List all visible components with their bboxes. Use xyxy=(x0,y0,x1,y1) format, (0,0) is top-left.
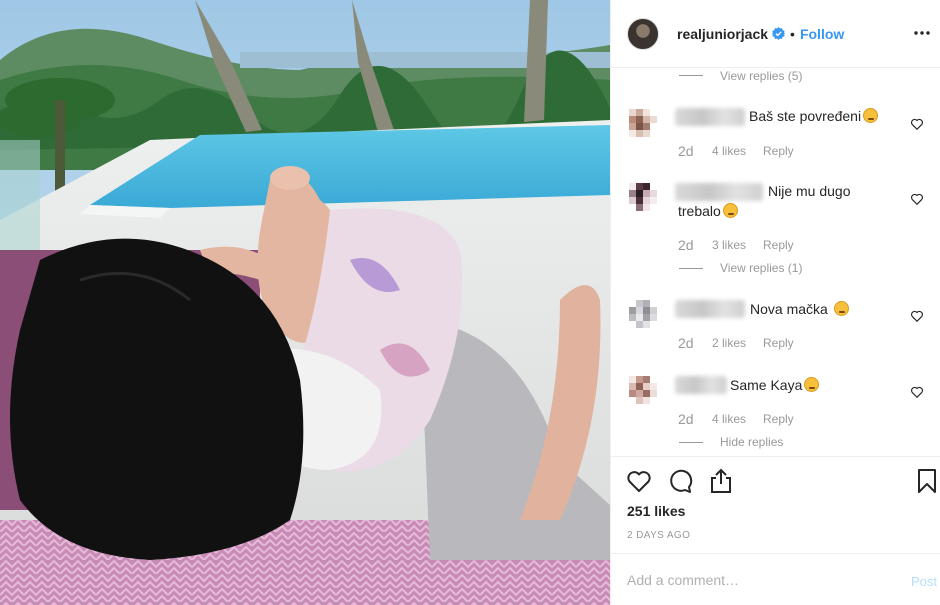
post-actions-bar xyxy=(611,456,940,508)
add-comment-input[interactable] xyxy=(627,572,887,588)
comment-likes[interactable]: 3 likes xyxy=(712,238,763,252)
comment-likes[interactable]: 4 likes xyxy=(712,144,763,158)
comment-meta: 2d 2 likes Reply xyxy=(678,335,794,351)
comment-time[interactable]: 2d xyxy=(678,237,712,253)
view-replies-link[interactable]: View replies (1) xyxy=(720,261,802,275)
post-side-panel: realjuniorjack • Follow View replies (5) xyxy=(610,0,940,605)
comment-meta: 2d 4 likes Reply xyxy=(678,411,794,427)
post-comment-button[interactable]: Post xyxy=(911,574,937,589)
reply-button[interactable]: Reply xyxy=(763,336,794,350)
commenter-name-blurred[interactable] xyxy=(675,108,745,126)
comment-time[interactable]: 2d xyxy=(678,411,712,427)
verified-badge-icon xyxy=(772,27,786,40)
more-options-icon[interactable] xyxy=(909,23,935,43)
likes-count[interactable]: 251 likes xyxy=(627,503,685,519)
comment-text: Same Kaya xyxy=(730,376,820,395)
like-heart-icon[interactable] xyxy=(625,467,653,495)
reply-button[interactable]: Reply xyxy=(763,412,794,426)
commenter-avatar[interactable] xyxy=(627,181,659,213)
replies-line xyxy=(679,75,703,76)
comment-time[interactable]: 2d xyxy=(678,143,712,159)
commenter-name-blurred[interactable] xyxy=(675,183,763,201)
comment-bubble-icon[interactable] xyxy=(666,467,694,495)
post-header: realjuniorjack • Follow xyxy=(611,0,940,68)
reply-button[interactable]: Reply xyxy=(763,144,794,158)
commenter-name-blurred[interactable] xyxy=(675,300,745,318)
comment-time[interactable]: 2d xyxy=(678,335,712,351)
photo-image xyxy=(0,0,610,605)
author-username[interactable]: realjuniorjack xyxy=(677,26,768,42)
worried-face-emoji xyxy=(863,108,879,123)
comment-text: Baš ste povređeni xyxy=(749,107,879,126)
comment-text: Nova mačka xyxy=(750,300,849,319)
view-replies-link[interactable]: View replies (5) xyxy=(720,69,802,83)
comment-text-line1: Nije mu dugo xyxy=(768,183,851,199)
hide-replies-link[interactable]: Hide replies xyxy=(720,435,783,449)
like-comment-heart-icon[interactable] xyxy=(910,385,924,399)
share-icon[interactable] xyxy=(707,467,735,495)
rolling-laughing-emoji xyxy=(804,377,820,392)
commenter-avatar[interactable] xyxy=(627,107,659,139)
add-comment-row: Post xyxy=(611,553,940,605)
comment-meta: 2d 3 likes Reply xyxy=(678,237,794,253)
replies-line xyxy=(679,268,703,269)
commenter-avatar[interactable] xyxy=(627,298,659,330)
follow-button[interactable]: Follow xyxy=(800,26,844,42)
commenter-avatar[interactable] xyxy=(627,374,659,406)
commenter-name-blurred[interactable] xyxy=(675,376,727,394)
comment-meta: 2d 4 likes Reply xyxy=(678,143,794,159)
author-avatar[interactable] xyxy=(627,17,659,50)
reply-button[interactable]: Reply xyxy=(763,238,794,252)
post-photo xyxy=(0,0,610,605)
comment-likes[interactable]: 4 likes xyxy=(712,412,763,426)
like-comment-heart-icon[interactable] xyxy=(910,192,924,206)
disappointed-face-emoji xyxy=(722,203,738,218)
header-separator: • xyxy=(790,25,795,42)
comments-list: View replies (5) Baš ste povređeni 2d 4 … xyxy=(611,69,940,456)
tongue-out-emoji xyxy=(833,301,849,316)
like-comment-heart-icon[interactable] xyxy=(910,309,924,323)
post-timestamp[interactable]: 2 DAYS AGO xyxy=(627,530,690,541)
like-comment-heart-icon[interactable] xyxy=(910,117,924,131)
save-bookmark-icon[interactable] xyxy=(913,467,940,495)
replies-line xyxy=(679,442,703,443)
comment-likes[interactable]: 2 likes xyxy=(712,336,763,350)
comment-text-line2: trebalo xyxy=(678,202,738,221)
